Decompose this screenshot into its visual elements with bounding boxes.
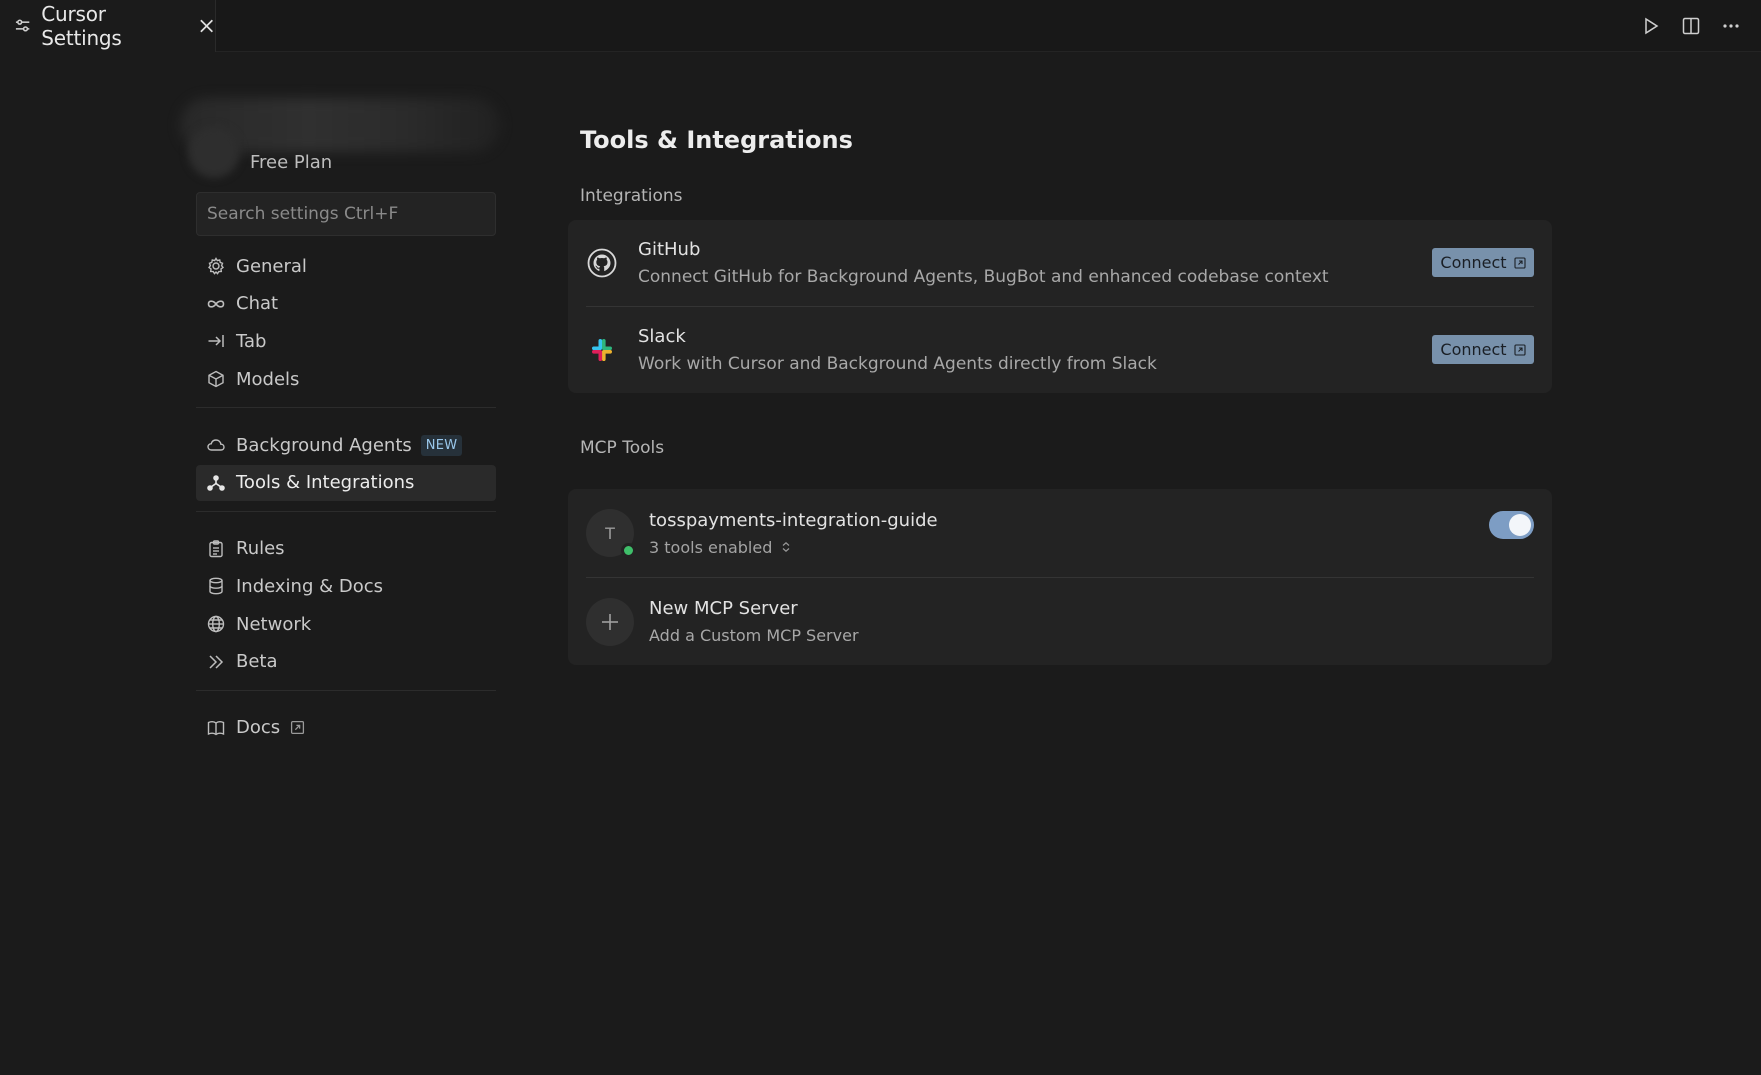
sidebar-item-label: Background Agents — [236, 434, 412, 456]
integration-name: Slack — [638, 325, 686, 347]
integrations-card: GitHub Connect GitHub for Background Age… — [568, 220, 1552, 393]
mcp-server-row[interactable]: T tosspayments-integration-guide 3 tools… — [586, 489, 1534, 577]
nav-divider — [196, 510, 496, 512]
external-link-icon — [1514, 256, 1526, 269]
sidebar-item-models[interactable]: Models — [196, 361, 496, 397]
sliders-icon — [15, 19, 30, 32]
sidebar-item-label: Network — [236, 613, 312, 635]
settings-nav: General Chat Tab Models Background Agent… — [196, 248, 496, 748]
integration-name: GitHub — [638, 239, 701, 260]
sidebar-item-background-agents[interactable]: Background Agents NEW — [196, 427, 496, 463]
external-link-icon — [291, 721, 305, 735]
external-link-icon — [1514, 343, 1526, 356]
run-icon[interactable] — [1641, 16, 1661, 36]
connect-github-button[interactable]: Connect — [1432, 248, 1534, 277]
integration-row-slack: Slack Work with Cursor and Background Ag… — [586, 306, 1534, 392]
sidebar-item-label: Beta — [236, 651, 278, 673]
sidebar-item-rules[interactable]: Rules — [196, 531, 496, 567]
server-name: tosspayments-integration-guide — [649, 509, 938, 531]
slack-icon — [592, 338, 612, 361]
editor-actions — [1641, 0, 1741, 52]
database-icon — [209, 578, 223, 595]
sidebar-item-tab[interactable]: Tab — [196, 323, 496, 359]
sidebar-item-label: Tools & Integrations — [236, 472, 415, 494]
integration-description: Connect GitHub for Background Agents, Bu… — [638, 267, 1329, 287]
integration-row-github: GitHub Connect GitHub for Background Age… — [586, 220, 1534, 306]
plan-label: Free Plan — [250, 152, 333, 173]
globe-icon — [207, 615, 225, 633]
mcp-tools-heading: MCP Tools — [580, 438, 665, 458]
cube-icon — [208, 370, 224, 388]
avatar — [188, 126, 240, 178]
github-icon — [587, 248, 617, 278]
chevrons-right-icon — [209, 655, 224, 669]
tab-bar: Cursor Settings — [0, 0, 1761, 52]
sidebar-item-network[interactable]: Network — [196, 606, 496, 642]
nodes-icon — [207, 474, 225, 491]
tab-arrow-icon — [208, 335, 224, 348]
plus-icon — [602, 613, 618, 630]
split-editor-icon[interactable] — [1681, 16, 1701, 36]
sidebar-item-beta[interactable]: Beta — [196, 644, 496, 680]
search-input[interactable] — [196, 192, 496, 236]
tab-title: Cursor Settings — [41, 2, 122, 50]
sidebar-item-label: Tab — [236, 330, 267, 352]
new-mcp-server-row[interactable]: New MCP Server Add a Custom MCP Server — [586, 577, 1534, 665]
connect-slack-button[interactable]: Connect — [1432, 335, 1534, 364]
sidebar-item-label: Docs — [236, 717, 281, 739]
settings-sidebar: Free Plan General Chat Tab Models Backgr… — [180, 96, 500, 738]
new-server-title: New MCP Server — [649, 598, 798, 619]
clipboard-icon — [209, 540, 223, 557]
sidebar-item-label: Indexing & Docs — [236, 575, 384, 597]
new-badge: NEW — [420, 434, 463, 456]
server-avatar: T — [586, 509, 636, 558]
sidebar-item-general[interactable]: General — [196, 248, 496, 284]
sidebar-item-docs[interactable]: Docs — [196, 710, 496, 746]
integrations-heading: Integrations — [580, 186, 683, 206]
sidebar-item-tools-integrations[interactable]: Tools & Integrations — [196, 464, 496, 501]
tools-enabled-label: 3 tools enabled — [649, 537, 773, 557]
integration-description: Work with Cursor and Background Agents d… — [638, 353, 1157, 374]
server-enabled-toggle[interactable] — [1489, 511, 1534, 539]
sidebar-item-label: General — [236, 255, 307, 277]
cloud-icon — [207, 439, 225, 451]
more-icon[interactable] — [1721, 16, 1741, 36]
book-icon — [207, 720, 225, 736]
nav-divider — [196, 689, 496, 691]
connect-label: Connect — [1440, 253, 1507, 272]
sidebar-item-label: Chat — [236, 293, 279, 315]
server-initial: T — [605, 523, 615, 543]
new-server-description: Add a Custom MCP Server — [649, 626, 859, 645]
connect-label: Connect — [1440, 340, 1507, 359]
sidebar-item-label: Rules — [236, 538, 285, 560]
page-title: Tools & Integrations — [580, 126, 853, 154]
sidebar-item-indexing-docs[interactable]: Indexing & Docs — [196, 568, 496, 604]
close-icon[interactable] — [198, 17, 215, 35]
account-profile[interactable]: Free Plan — [180, 96, 500, 180]
add-server-avatar — [586, 597, 634, 646]
toggle-knob — [1509, 514, 1531, 536]
gear-icon — [208, 257, 224, 275]
tools-enabled-dropdown[interactable]: 3 tools enabled — [649, 538, 938, 557]
sidebar-item-label: Models — [236, 368, 300, 390]
chevron-up-down-icon — [782, 541, 790, 553]
nav-divider — [196, 407, 496, 409]
status-dot-icon — [621, 543, 636, 558]
sidebar-item-chat[interactable]: Chat — [196, 286, 496, 322]
infinity-icon — [207, 300, 225, 308]
mcp-tools-card: T tosspayments-integration-guide 3 tools… — [568, 489, 1552, 665]
tab-cursor-settings[interactable]: Cursor Settings — [0, 0, 216, 52]
